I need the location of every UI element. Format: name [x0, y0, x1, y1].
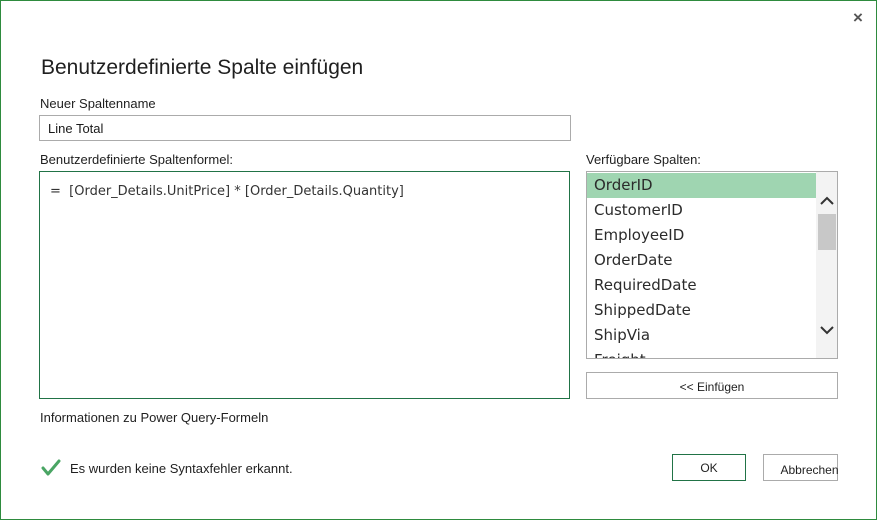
- chevron-up-icon: [819, 196, 834, 205]
- list-item[interactable]: OrderID: [587, 173, 816, 198]
- syntax-status-text: Es wurden keine Syntaxfehler erkannt.: [70, 461, 293, 476]
- cancel-button[interactable]: Abbrechen: [763, 454, 839, 481]
- dialog-title: Benutzerdefinierte Spalte einfügen: [41, 56, 364, 79]
- column-name-input[interactable]: [39, 115, 571, 141]
- list-scrollbar[interactable]: [816, 172, 837, 358]
- available-columns-label: Verfügbare Spalten:: [586, 152, 701, 167]
- formula-editor[interactable]: = [Order_Details.UnitPrice] * [Order_Det…: [39, 171, 570, 399]
- insert-custom-column-dialog: × Benutzerdefinierte Spalte einfügen Neu…: [0, 0, 877, 520]
- chevron-down-icon: [819, 325, 834, 334]
- formula-label: Benutzerdefinierte Spaltenformel:: [40, 152, 233, 167]
- scroll-thumb[interactable]: [818, 214, 836, 250]
- list-item[interactable]: CustomerID: [587, 198, 816, 223]
- list-item[interactable]: ShipVia: [587, 323, 816, 348]
- column-name-label: Neuer Spaltenname: [40, 96, 156, 111]
- ok-button[interactable]: OK: [672, 454, 746, 481]
- scroll-down-button[interactable]: [816, 320, 837, 340]
- available-columns-list[interactable]: OrderID CustomerID EmployeeID OrderDate …: [586, 171, 838, 359]
- close-icon: ×: [853, 8, 863, 27]
- list-item[interactable]: EmployeeID: [587, 223, 816, 248]
- checkmark-icon: [41, 459, 61, 476]
- close-button[interactable]: ×: [847, 7, 869, 29]
- formula-text[interactable]: = [Order_Details.UnitPrice] * [Order_Det…: [50, 184, 404, 199]
- list-item[interactable]: RequiredDate: [587, 273, 816, 298]
- list-item[interactable]: ShippedDate: [587, 298, 816, 323]
- list-item[interactable]: OrderDate: [587, 248, 816, 273]
- scroll-up-button[interactable]: [816, 190, 837, 210]
- insert-column-button[interactable]: << Einfügen: [586, 372, 838, 399]
- list-item[interactable]: Freight: [587, 348, 816, 358]
- power-query-info-link[interactable]: Informationen zu Power Query-Formeln: [40, 410, 268, 425]
